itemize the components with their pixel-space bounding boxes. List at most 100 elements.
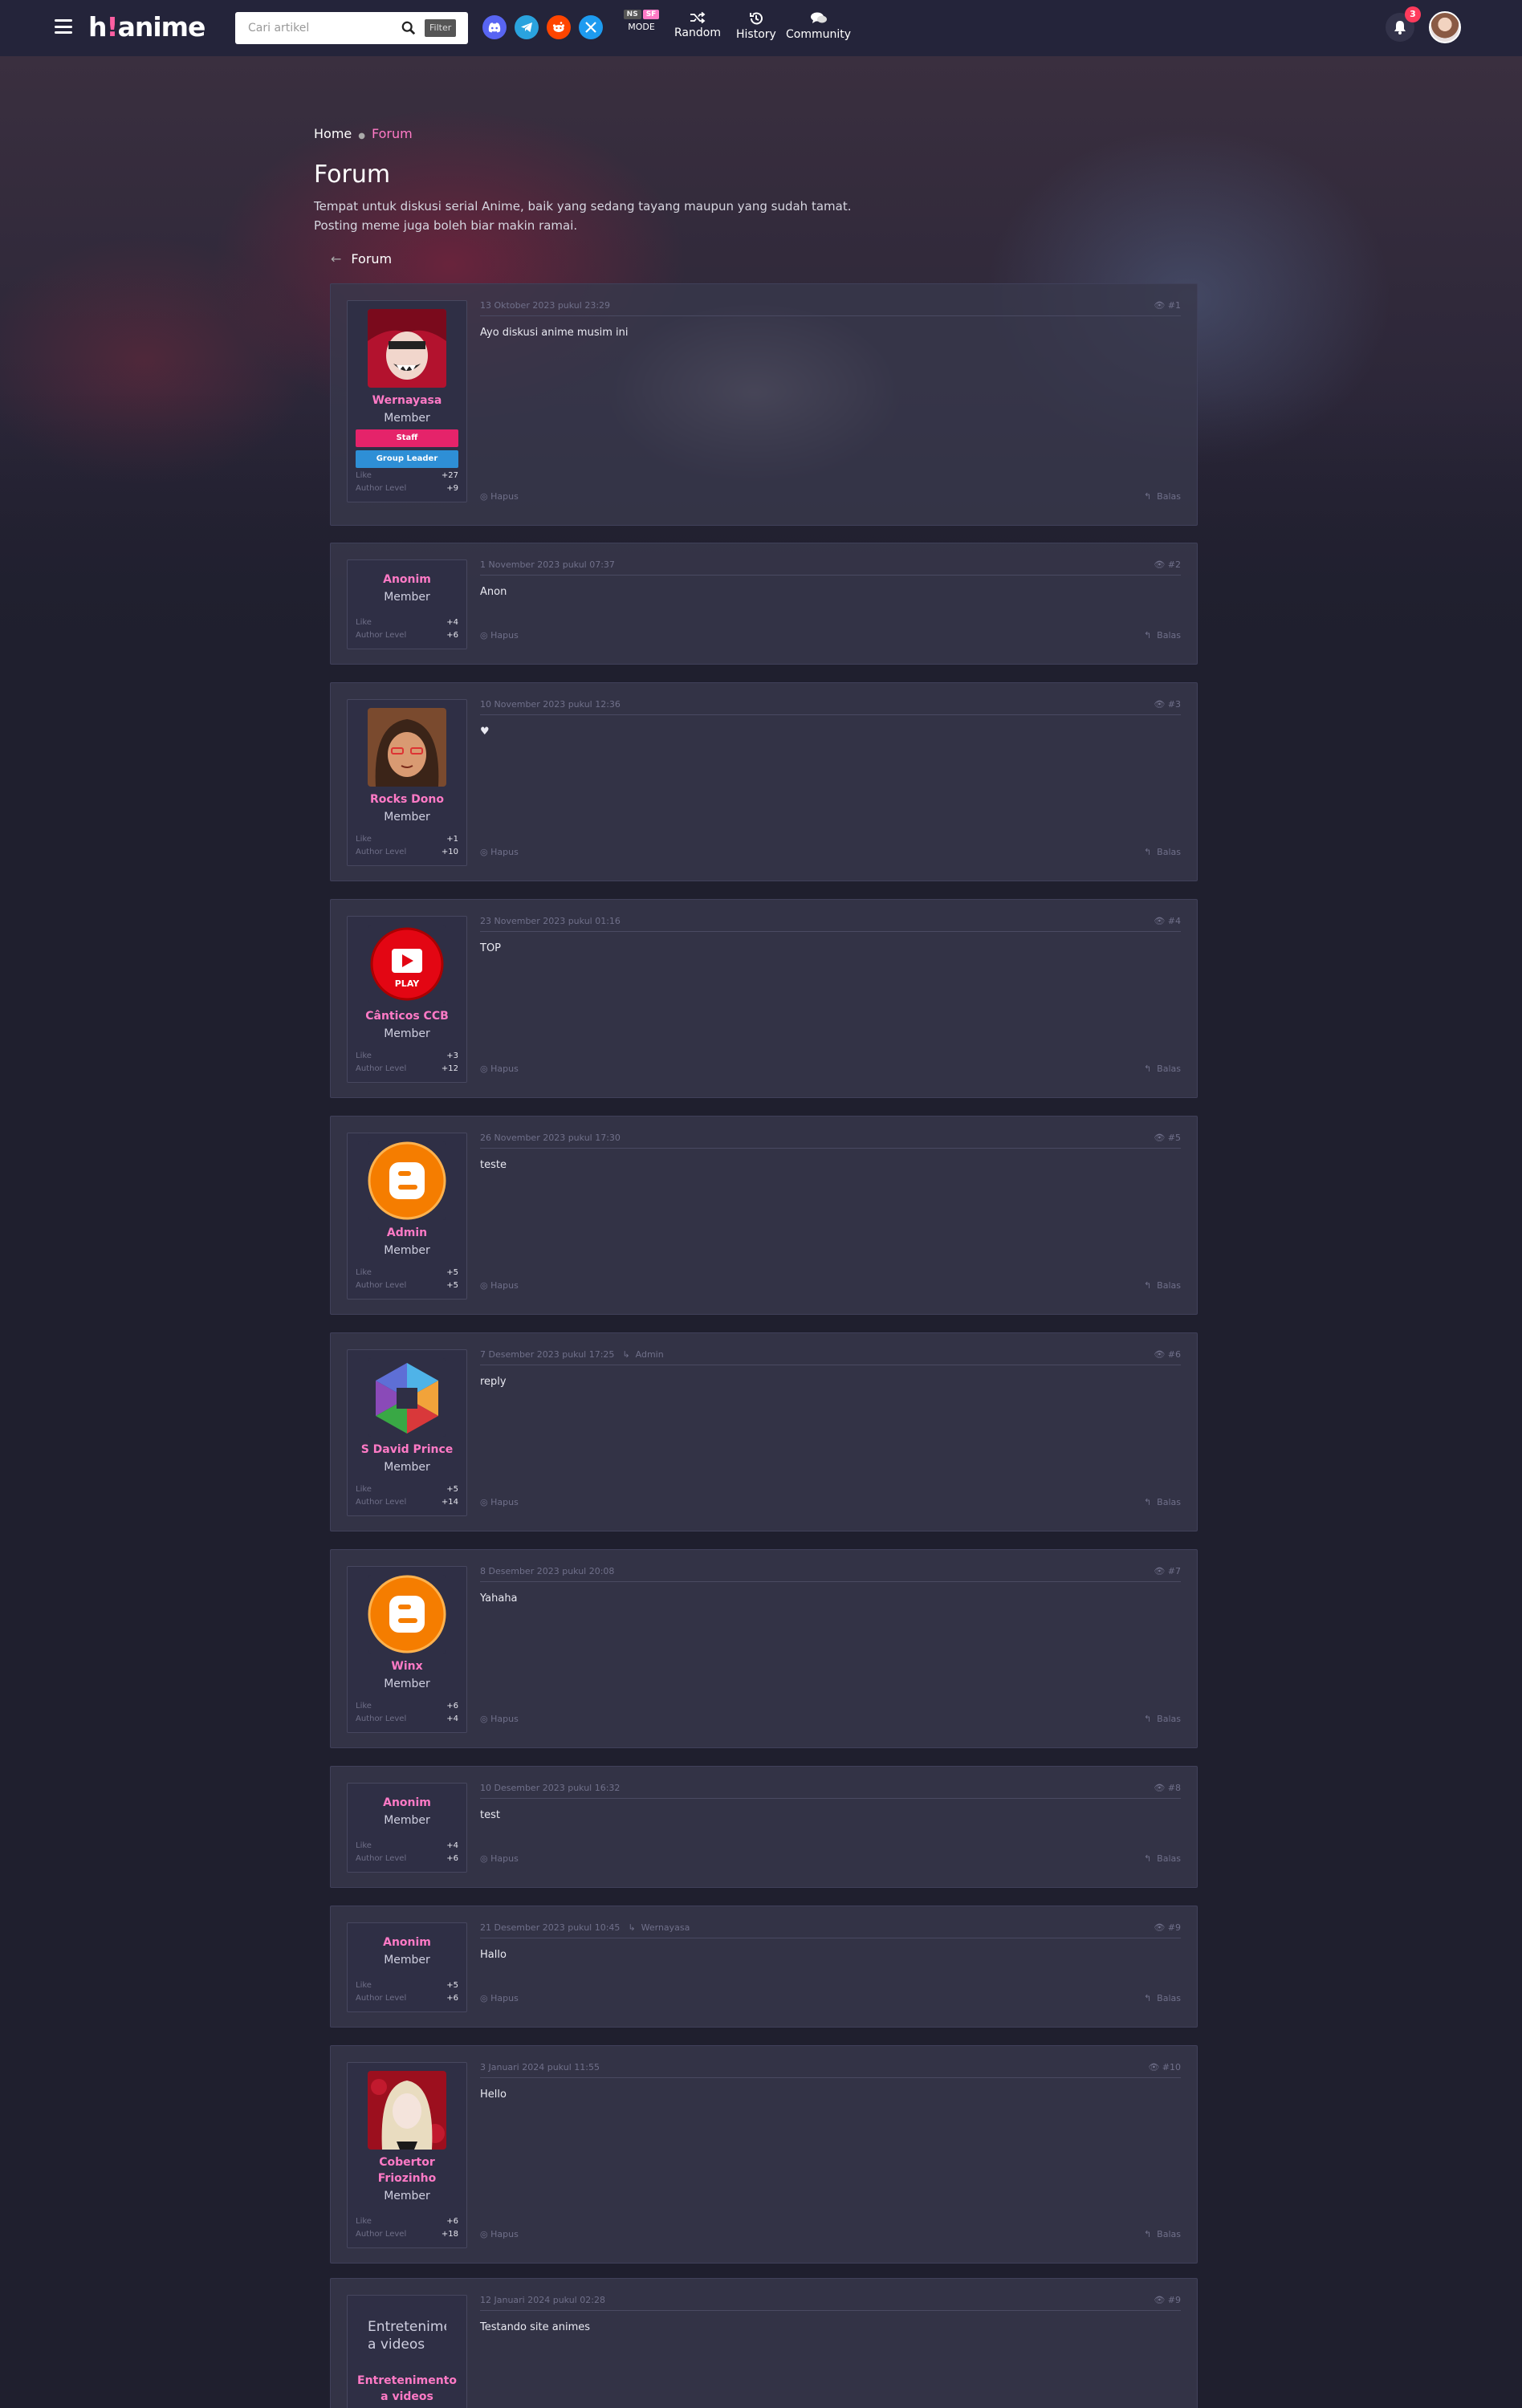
post-number[interactable]: 👁 #4 (1154, 916, 1181, 926)
author-name[interactable]: Anonim (348, 1934, 466, 1950)
post-meta: 12 Januari 2024 pukul 02:28 👁 #9 (480, 2295, 1181, 2311)
eye-icon: 👁 (1154, 2295, 1166, 2305)
forum-post: Anonim Member Like +4 Author Level +6 10 Desem… (330, 1766, 1198, 1888)
author-avatar[interactable]: PLAY (368, 925, 446, 1003)
like-label: Like (356, 1981, 372, 1990)
author-avatar[interactable] (368, 1141, 446, 1220)
x-icon[interactable] (579, 15, 603, 39)
post-number[interactable]: 👁 #1 (1154, 300, 1181, 311)
reply-button[interactable]: ↰ Balas (1144, 630, 1181, 641)
delete-button[interactable]: ◎ Hapus (480, 630, 519, 641)
reply-button[interactable]: ↰ Balas (1144, 1497, 1181, 1507)
author-name[interactable]: Cânticos CCB (348, 1008, 466, 1024)
reply-to[interactable]: ↳ Admin (622, 1349, 663, 1360)
delete-button[interactable]: ◎ Hapus (480, 1497, 519, 1507)
eye-icon: 👁 (1154, 1566, 1166, 1576)
post-number[interactable]: 👁 #3 (1154, 699, 1181, 710)
breadcrumb-forum[interactable]: Forum (372, 126, 413, 141)
author-avatar[interactable] (368, 2071, 446, 2150)
delete-button[interactable]: ◎ Hapus (480, 491, 519, 502)
search-input[interactable] (248, 22, 401, 35)
post-meta: 1 November 2023 pukul 07:37 👁 #2 (480, 559, 1181, 576)
filter-button[interactable]: Filter (425, 19, 457, 37)
author-name[interactable]: Winx (348, 1658, 466, 1674)
like-count: +4 (446, 618, 458, 627)
reply-button[interactable]: ↰ Balas (1144, 1280, 1181, 1291)
random-button[interactable]: Random (674, 11, 721, 39)
author-name[interactable]: Wernayasa (348, 393, 466, 409)
author-card: Anonim Member Like +4 Author Level +6 (347, 559, 467, 649)
mode-sf-pill[interactable]: SF (642, 10, 660, 19)
post-content: ♥ (480, 726, 490, 738)
author-avatar[interactable]: Entretenimento a videos (368, 2304, 446, 2368)
author-name[interactable]: Anonim (348, 571, 466, 588)
author-stats: Like +5 Author Level +6 (348, 1979, 466, 2005)
user-avatar[interactable] (1429, 11, 1461, 43)
site-logo[interactable]: h!anime (88, 11, 206, 43)
telegram-icon[interactable] (515, 15, 539, 39)
post-number[interactable]: 👁 #8 (1154, 1783, 1181, 1793)
like-label: Like (356, 471, 372, 480)
like-count: +5 (446, 1268, 458, 1277)
author-name[interactable]: Entretenimento a videos (348, 2373, 466, 2405)
reply-icon: ↰ (1143, 1714, 1152, 1724)
reply-icon: ↰ (1143, 1497, 1152, 1507)
delete-button[interactable]: ◎ Hapus (480, 1064, 519, 1074)
delete-button[interactable]: ◎ Hapus (480, 1993, 519, 2003)
delete-icon: ◎ (480, 1853, 488, 1864)
discord-icon[interactable] (482, 15, 507, 39)
back-to-forum-link[interactable]: ← Forum (331, 251, 392, 266)
reply-button[interactable]: ↰ Balas (1144, 491, 1181, 502)
delete-button[interactable]: ◎ Hapus (480, 1853, 519, 1864)
delete-button[interactable]: ◎ Hapus (480, 1280, 519, 1291)
mode-label: MODE (628, 22, 655, 32)
delete-button[interactable]: ◎ Hapus (480, 1714, 519, 1724)
reply-button[interactable]: ↰ Balas (1144, 1064, 1181, 1074)
reply-icon: ↰ (1143, 1280, 1152, 1291)
menu-icon[interactable] (55, 19, 72, 34)
author-name[interactable]: Admin (348, 1225, 466, 1241)
reply-button[interactable]: ↰ Balas (1144, 2229, 1181, 2239)
author-name[interactable]: Anonim (348, 1795, 466, 1811)
post-number[interactable]: 👁 #7 (1154, 1566, 1181, 1576)
author-avatar[interactable] (368, 309, 446, 388)
post-date: 3 Januari 2024 pukul 11:55 (480, 2062, 600, 2072)
post-meta: 13 Oktober 2023 pukul 23:29 👁 #1 (480, 300, 1181, 316)
mode-toggle[interactable]: NS SF MODE (621, 10, 662, 32)
like-count: +3 (446, 1051, 458, 1060)
author-stats: Like +5 Author Level +5 (348, 1267, 466, 1292)
reply-button[interactable]: ↰ Balas (1144, 1714, 1181, 1724)
post-number[interactable]: 👁 #9 (1154, 1922, 1181, 1933)
post-content: Hello (480, 2089, 507, 2101)
reply-button[interactable]: ↰ Balas (1144, 847, 1181, 857)
reddit-icon[interactable] (547, 15, 571, 39)
post-date: 12 Januari 2024 pukul 02:28 (480, 2295, 605, 2305)
search-icon[interactable] (401, 21, 416, 35)
mode-ns-pill[interactable]: NS (623, 10, 641, 19)
author-name[interactable]: Cobertor Friozinho (348, 2154, 466, 2186)
breadcrumb-home[interactable]: Home (314, 126, 352, 141)
author-card: Wernayasa Member Staff Group Leader Like +27 A… (347, 300, 467, 502)
reply-to[interactable]: ↳ Wernayasa (628, 1922, 690, 1933)
eye-icon: 👁 (1148, 2062, 1160, 2072)
author-name[interactable]: Rocks Dono (348, 791, 466, 807)
post-number[interactable]: 👁 #5 (1154, 1133, 1181, 1143)
reply-button[interactable]: ↰ Balas (1144, 1993, 1181, 2003)
reply-button[interactable]: ↰ Balas (1144, 1853, 1181, 1864)
delete-button[interactable]: ◎ Hapus (480, 2229, 519, 2239)
post-number[interactable]: 👁 #10 (1148, 2062, 1181, 2072)
post-number[interactable]: 👁 #2 (1154, 559, 1181, 570)
history-button[interactable]: History (736, 11, 776, 41)
author-avatar[interactable] (368, 708, 446, 787)
post-number[interactable]: 👁 #6 (1154, 1349, 1181, 1360)
author-avatar[interactable] (368, 1358, 446, 1437)
community-button[interactable]: Community (786, 11, 851, 41)
post-meta: 10 Desember 2023 pukul 16:32 👁 #8 (480, 1783, 1181, 1799)
delete-button[interactable]: ◎ Hapus (480, 847, 519, 857)
eye-icon: 👁 (1154, 559, 1166, 570)
post-content: Yahaha (480, 1592, 518, 1605)
post-number[interactable]: 👁 #9 (1154, 2295, 1181, 2305)
author-name[interactable]: S David Prince (348, 1442, 466, 1458)
author-role: Member (384, 811, 430, 824)
author-avatar[interactable] (368, 1575, 446, 1653)
